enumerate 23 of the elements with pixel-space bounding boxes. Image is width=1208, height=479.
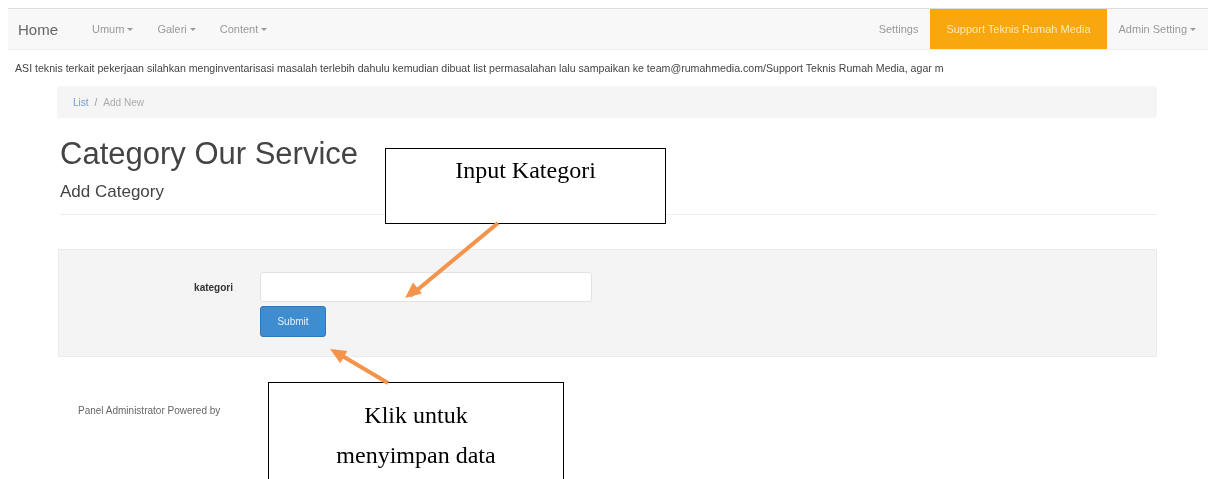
field-label: kategori: [193, 281, 233, 295]
notice-text: ASI teknis terkait pekerjaan silahkan menginventarisasi masalah terlebih dahulu kemudian dibuat list permasalahan lalu sampaikan ke team@rumahmedia.com/Support Teknis Rumah Media, agar m: [15, 62, 945, 74]
brand-link[interactable]: Home: [8, 9, 80, 49]
nav-menu-item[interactable]: Galeri: [145, 9, 208, 49]
callout-box: Input Kategori: [385, 148, 666, 224]
page-title: Category Our Service: [60, 136, 360, 172]
nav-menu-item[interactable]: Content: [207, 9, 280, 49]
category-input-field[interactable]: [260, 272, 592, 302]
caret-icon: [127, 27, 134, 31]
breadcrumb-separator: /: [94, 96, 98, 108]
nav-menu-item[interactable]: Settings: [866, 9, 931, 49]
submit-button[interactable]: Submit: [260, 306, 326, 337]
nav-menu-item[interactable]: Admin Setting: [1106, 9, 1208, 49]
caret-icon: [189, 27, 196, 31]
nav-menu-item[interactable]: Support Teknis Rumah Media: [930, 9, 1107, 49]
caret-icon: [261, 27, 268, 31]
caret-icon: [1190, 27, 1196, 31]
callout-box: Klik untuk menyimpan data: [268, 382, 564, 479]
nav-menu-item[interactable]: Umum: [80, 9, 146, 49]
footer-text: Panel Administrator Powered by: [78, 405, 221, 416]
breadcrumb-link[interactable]: List: [73, 96, 89, 108]
breadcrumb-link[interactable]: Add New: [103, 96, 144, 108]
pointer-arrow: [330, 349, 389, 385]
